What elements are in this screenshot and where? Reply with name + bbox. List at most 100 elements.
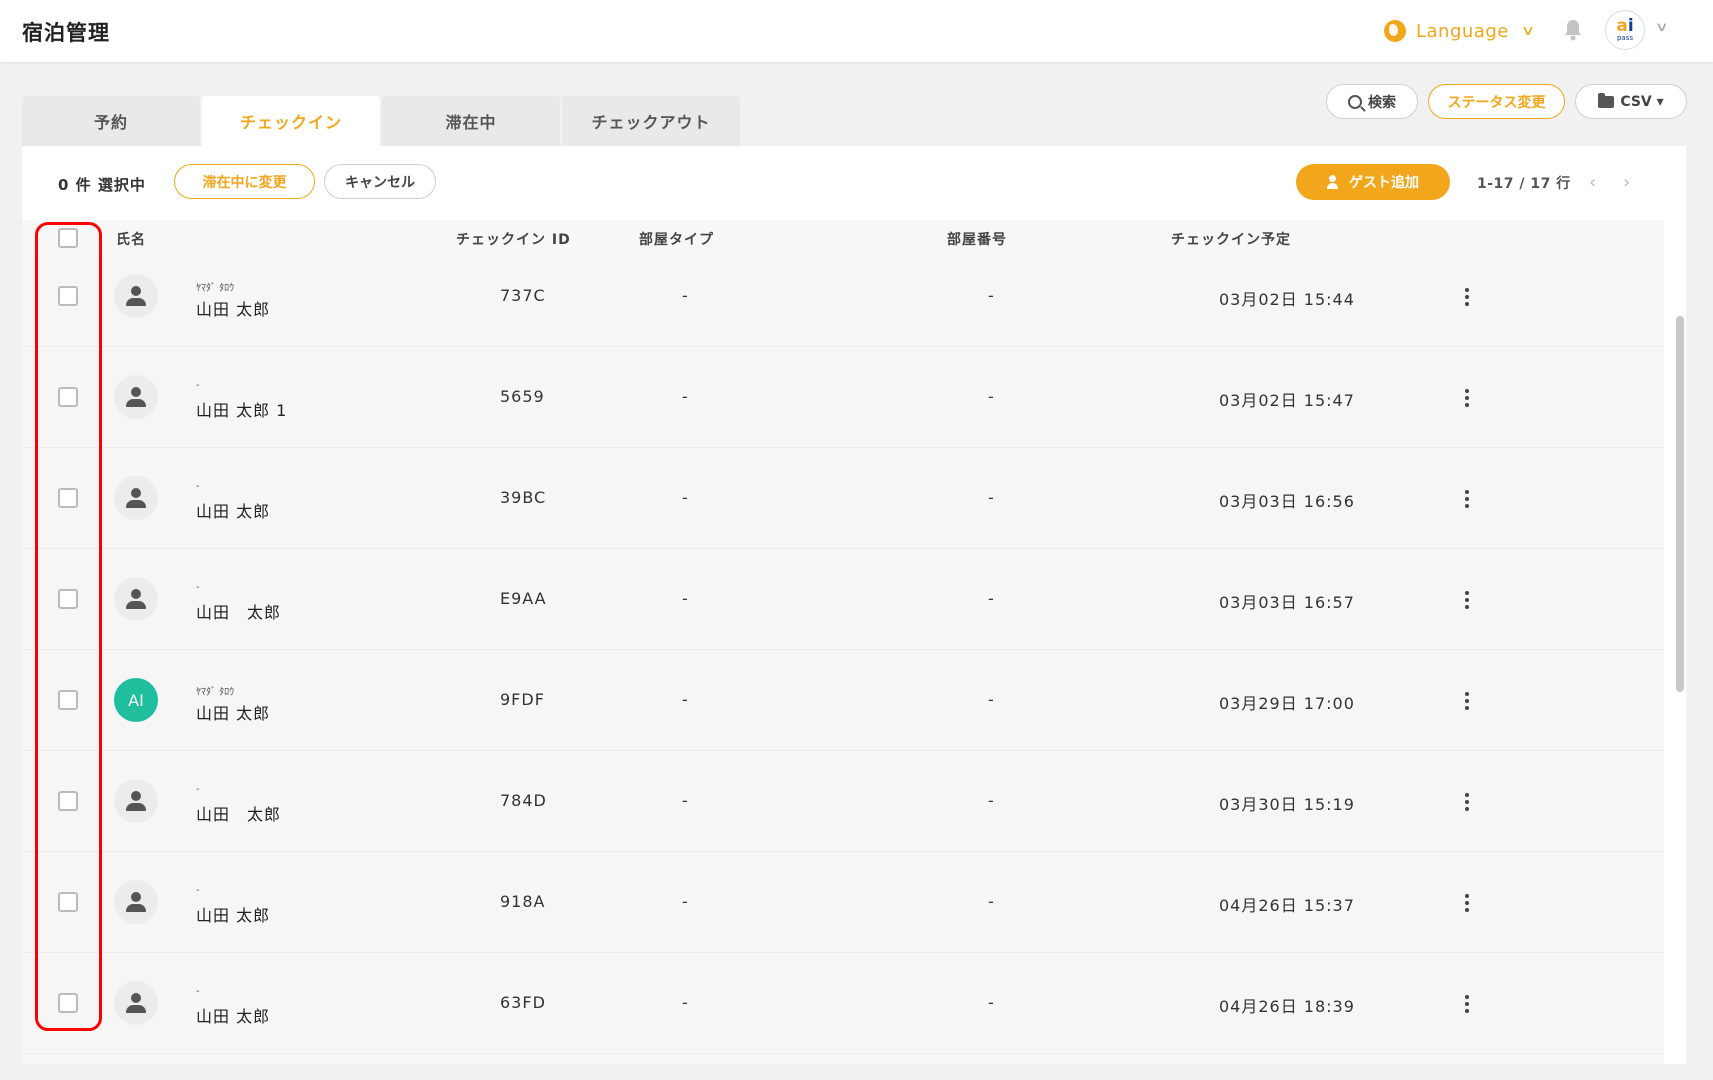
person-icon [125, 992, 147, 1014]
table-row[interactable]: - 山田 太郎 784D - - 03月30日 15:19 [22, 751, 1664, 852]
guest-kana: - [196, 582, 200, 593]
guest-kana: ﾔﾏﾀﾞ ﾀﾛｳ [196, 687, 235, 698]
room-type: - [682, 892, 689, 911]
tab-reservation[interactable]: 予約 [22, 96, 200, 146]
checkin-id: 784D [500, 791, 547, 810]
guest-name[interactable]: 山田 太郎 [196, 599, 281, 623]
table-row[interactable]: - 山田 太郎 E9AA - - 03月03日 16:57 [22, 549, 1664, 650]
checkin-id: 5659 [500, 387, 545, 406]
language-label: Language [1416, 20, 1509, 42]
row-checkbox[interactable] [58, 286, 78, 306]
checkin-id: 737C [500, 286, 546, 305]
guest-avatar: AI [114, 678, 158, 722]
row-checkbox[interactable] [58, 488, 78, 508]
guest-list: ﾔﾏﾀﾞ ﾀﾛｳ 山田 太郎 737C - - 03月02日 15:44 - 山田 太郎 1 5… [22, 256, 1664, 1064]
checkin-id: 9FDF [500, 690, 545, 709]
person-icon [125, 386, 147, 408]
guest-name[interactable]: 山田 太郎 [196, 700, 270, 724]
row-checkbox[interactable] [58, 993, 78, 1013]
bell-icon[interactable] [1563, 19, 1583, 41]
room-type: - [682, 286, 689, 305]
checkin-time: 04月26日 18:39 [1219, 997, 1355, 1016]
more-options-icon[interactable] [1465, 490, 1469, 508]
checkin-time: 03月02日 15:44 [1219, 290, 1355, 309]
room-type: - [682, 589, 689, 608]
tab-staying[interactable]: 滞在中 [382, 96, 560, 146]
table-row[interactable]: ﾔﾏﾀﾞ ﾀﾛｳ 山田 太郎 737C - - 03月02日 15:44 [22, 256, 1664, 347]
room-number: - [988, 387, 995, 406]
folder-icon [1598, 92, 1615, 108]
next-page-icon[interactable]: › [1623, 172, 1630, 193]
person-add-icon [1327, 175, 1341, 189]
room-type: - [682, 387, 689, 406]
select-all-checkbox[interactable] [58, 228, 78, 248]
cancel-button[interactable]: キャンセル [324, 164, 436, 199]
checkin-id: 39BC [500, 488, 547, 507]
vertical-scrollbar[interactable] [1676, 316, 1684, 692]
guest-name[interactable]: 山田 太郎 [196, 1003, 270, 1027]
row-checkbox[interactable] [58, 690, 78, 710]
row-checkbox[interactable] [58, 892, 78, 912]
room-number: - [988, 690, 995, 709]
search-button[interactable]: 検索 [1326, 84, 1418, 119]
guest-kana: ﾔﾏﾀﾞ ﾀﾛｳ [196, 283, 235, 294]
person-icon [125, 487, 147, 509]
change-to-staying-button[interactable]: 滞在中に変更 [174, 164, 315, 199]
csv-button[interactable]: CSV ▾ [1575, 84, 1687, 119]
logo-mark: ai [1616, 15, 1634, 36]
more-options-icon[interactable] [1465, 894, 1469, 912]
guest-name[interactable]: 山田 太郎 [196, 296, 270, 320]
checkin-time: 03月02日 15:47 [1219, 391, 1355, 410]
more-options-icon[interactable] [1465, 995, 1469, 1013]
tab-checkout[interactable]: チェックアウト [562, 96, 740, 146]
more-options-icon[interactable] [1465, 591, 1469, 609]
chevron-down-icon: ∨ [1520, 23, 1536, 39]
guest-kana: - [196, 784, 200, 795]
row-checkbox[interactable] [58, 387, 78, 407]
guest-name[interactable]: 山田 太郎 1 [196, 397, 287, 421]
account-chevron-icon[interactable]: ∨ [1655, 20, 1669, 35]
more-options-icon[interactable] [1465, 389, 1469, 407]
column-room-number: 部屋番号 [947, 232, 1007, 248]
more-options-icon[interactable] [1465, 793, 1469, 811]
guest-avatar [114, 880, 158, 924]
checkin-time: 03月29日 17:00 [1219, 694, 1355, 713]
pagination-info: 1-17 / 17 行 [1477, 176, 1571, 192]
table-row[interactable]: - 山田 太郎 918A - - 04月26日 15:37 [22, 852, 1664, 953]
person-icon [125, 891, 147, 913]
guest-avatar [114, 274, 158, 318]
room-type: - [682, 993, 689, 1012]
top-bar: 宿泊管理 Language ∨ ai pass ∨ [0, 0, 1713, 62]
guest-name[interactable]: 山田 太郎 [196, 498, 270, 522]
status-change-button[interactable]: ステータス変更 [1428, 84, 1565, 119]
room-number: - [988, 286, 995, 305]
more-options-icon[interactable] [1465, 288, 1469, 306]
guest-avatar [114, 981, 158, 1025]
language-selector[interactable]: Language ∨ [1384, 17, 1536, 45]
app-title: 宿泊管理 [22, 21, 110, 45]
add-guest-button[interactable]: ゲスト追加 [1296, 164, 1450, 200]
search-icon [1348, 94, 1362, 109]
account-avatar[interactable]: ai pass [1605, 10, 1645, 50]
prev-page-icon[interactable]: ‹ [1589, 172, 1596, 193]
person-icon [125, 285, 147, 307]
table-row[interactable]: - 山田 太郎 63FD - - 04月26日 18:39 [22, 953, 1664, 1054]
guest-name[interactable]: 山田 太郎 [196, 902, 270, 926]
checkin-id: 63FD [500, 993, 546, 1012]
room-number: - [988, 488, 995, 507]
guest-avatar [114, 577, 158, 621]
checkin-time: 03月03日 16:56 [1219, 492, 1355, 511]
row-checkbox[interactable] [58, 791, 78, 811]
row-checkbox[interactable] [58, 589, 78, 609]
table-row[interactable]: - 山田 太郎 1 5659 - - 03月02日 15:47 [22, 347, 1664, 448]
room-number: - [988, 993, 995, 1012]
guest-kana: - [196, 380, 200, 391]
table-row[interactable]: - 山田 太郎 39BC - - 03月03日 16:56 [22, 448, 1664, 549]
table-row[interactable]: AI ﾔﾏﾀﾞ ﾀﾛｳ 山田 太郎 9FDF - - 03月29日 17:00 [22, 650, 1664, 751]
more-options-icon[interactable] [1465, 692, 1469, 710]
tab-checkin[interactable]: チェックイン [202, 96, 380, 146]
guest-name[interactable]: 山田 太郎 [196, 801, 281, 825]
room-type: - [682, 488, 689, 507]
list-toolbar: 0 件 選択中 滞在中に変更 キャンセル ゲスト追加 1-17 / 17 行 ‹… [22, 146, 1686, 220]
person-icon [125, 588, 147, 610]
